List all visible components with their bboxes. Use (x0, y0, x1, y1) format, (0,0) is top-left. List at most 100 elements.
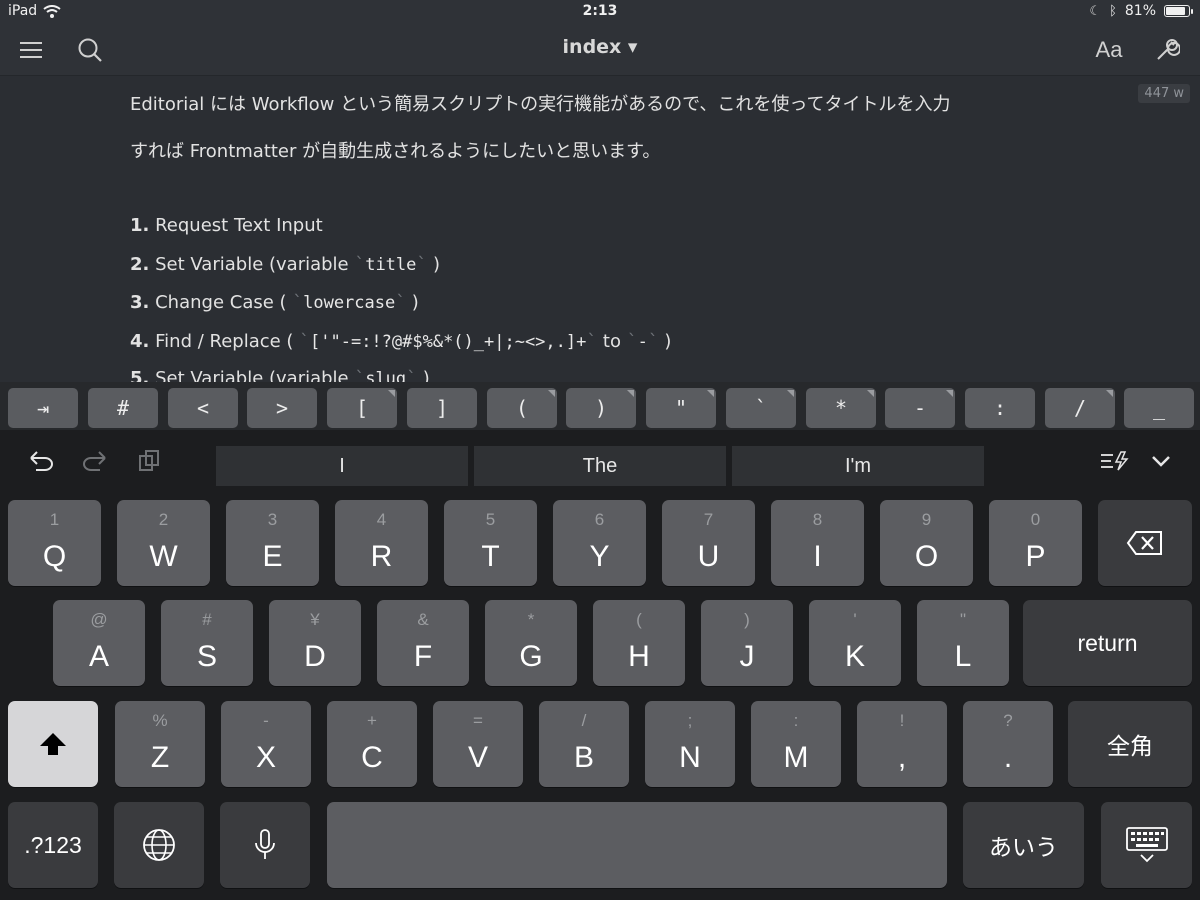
return-key-label: return (1077, 629, 1138, 656)
extra-key[interactable]: ⇥ (8, 388, 78, 428)
key-secondary-label: ; (687, 711, 693, 730)
zenkaku-key[interactable]: 全角 (1068, 701, 1192, 787)
inline-code: title (365, 255, 417, 275)
extra-key-label: _ (1152, 396, 1166, 420)
inline-code: lowercase (303, 293, 396, 313)
microphone-key[interactable] (220, 802, 310, 888)
paste-icon[interactable] (132, 444, 166, 478)
format-icon[interactable] (1097, 444, 1131, 478)
key-e[interactable]: 3E (226, 500, 319, 586)
extra-key[interactable]: < (168, 388, 238, 428)
extra-key[interactable]: ( (487, 388, 557, 428)
bluetooth-icon: ᛒ (1109, 3, 1117, 19)
list-text: Set Variable (variable (155, 368, 355, 382)
key-primary-label: Y (589, 540, 610, 573)
list-text: Set Variable (variable (155, 254, 355, 275)
extra-key-label: / (1073, 396, 1087, 420)
key-secondary-label: @ (90, 610, 108, 629)
extra-key-label: ( (515, 396, 529, 420)
list-text: Change Case ( (155, 292, 293, 313)
key-g[interactable]: * G (485, 600, 577, 686)
key-l[interactable]: " L (917, 600, 1009, 686)
key-t[interactable]: 5T (444, 500, 537, 586)
key-primary-label: V (467, 741, 488, 774)
key-b[interactable]: / B (539, 701, 629, 787)
extra-key[interactable]: / (1045, 388, 1115, 428)
key-primary-label: F (413, 640, 433, 673)
inline-code: ['"-=:!?@#$%&*()_+|;~<>,.]+ (310, 332, 587, 352)
key-z[interactable]: % Z (115, 701, 205, 787)
key-j[interactable]: ) J (701, 600, 793, 686)
extra-key[interactable]: > (247, 388, 317, 428)
key-period[interactable]: ?. (963, 701, 1053, 787)
kana-key[interactable]: あいう (963, 802, 1084, 888)
paragraph-line-1: Editorial には Workflow という簡易スクリプトの実行機能がある… (130, 94, 951, 115)
suggestion-1[interactable]: I (216, 446, 468, 486)
font-settings-button[interactable]: Aa (1092, 34, 1126, 66)
numbers-key[interactable]: .?123 (8, 802, 98, 888)
editor-area[interactable]: 447 w Editorial には Workflow という簡易スクリプトの実… (0, 76, 1200, 382)
key-o[interactable]: 9O (880, 500, 973, 586)
key-secondary-label: - (263, 711, 269, 730)
inline-code: - (637, 332, 648, 352)
extra-key-label: - (913, 396, 927, 420)
key-d[interactable]: ¥ D (269, 600, 361, 686)
return-key[interactable]: return (1023, 600, 1192, 686)
extra-key[interactable]: ) (566, 388, 636, 428)
key-r[interactable]: 4R (335, 500, 428, 586)
key-secondary-label: 1 (49, 510, 60, 529)
undo-icon[interactable] (24, 444, 58, 478)
wrench-icon[interactable] (1150, 34, 1184, 66)
redo-icon[interactable] (78, 444, 112, 478)
extra-key-label: ] (435, 396, 449, 420)
key-i[interactable]: 8I (771, 500, 864, 586)
extra-key[interactable]: [ (327, 388, 397, 428)
extra-key[interactable]: - (885, 388, 955, 428)
globe-key[interactable] (114, 802, 204, 888)
key-secondary-label: " (959, 610, 967, 629)
key-v[interactable]: = V (433, 701, 523, 787)
document-title[interactable]: index ▾ (0, 36, 1200, 58)
space-bar[interactable] (327, 802, 947, 888)
extra-key[interactable]: # (88, 388, 158, 428)
extra-key[interactable]: _ (1124, 388, 1194, 428)
chevron-down-icon[interactable] (1144, 444, 1178, 478)
keyboard-dismiss-icon (1125, 827, 1168, 863)
key-m[interactable]: :M (751, 701, 841, 787)
key-f[interactable]: & F (377, 600, 469, 686)
key-y[interactable]: 6Y (553, 500, 646, 586)
key-p[interactable]: 0P (989, 500, 1082, 586)
list-item: 3. Change Case ( `lowercase` ) (130, 292, 419, 313)
extra-key[interactable]: * (806, 388, 876, 428)
key-secondary-label: ( (636, 610, 642, 629)
key-c[interactable]: + C (327, 701, 417, 787)
extra-key[interactable]: ` (726, 388, 796, 428)
key-k[interactable]: ' K (809, 600, 901, 686)
extra-key-label: ) (594, 396, 608, 420)
key-secondary-label: 5 (485, 510, 496, 529)
key-secondary-label: : (793, 711, 799, 730)
key-s[interactable]: # S (161, 600, 253, 686)
extra-key[interactable]: : (965, 388, 1035, 428)
list-item: 4. Find / Replace ( `['"-=:!?@#$%&*()_+|… (130, 331, 672, 352)
extra-key[interactable]: " (646, 388, 716, 428)
key-primary-label: N (679, 741, 701, 774)
extra-key[interactable]: ] (407, 388, 477, 428)
delete-key[interactable] (1098, 500, 1192, 586)
suggestion-2[interactable]: The (474, 446, 726, 486)
key-u[interactable]: 7U (662, 500, 755, 586)
key-secondary-label: 6 (594, 510, 605, 529)
key-n[interactable]: ; N (645, 701, 735, 787)
hide-keyboard-key[interactable] (1101, 802, 1192, 888)
key-h[interactable]: (H (593, 600, 685, 686)
list-number: 4. (130, 331, 150, 352)
key-a[interactable]: @ A (53, 600, 145, 686)
key-comma[interactable]: !, (857, 701, 947, 787)
list-text: ) (417, 368, 430, 382)
key-q[interactable]: 1Q (8, 500, 101, 586)
key-primary-label: P (1025, 540, 1046, 573)
key-x[interactable]: -X (221, 701, 311, 787)
shift-key[interactable] (8, 701, 98, 787)
suggestion-3[interactable]: I'm (732, 446, 984, 486)
key-w[interactable]: 2W (117, 500, 210, 586)
